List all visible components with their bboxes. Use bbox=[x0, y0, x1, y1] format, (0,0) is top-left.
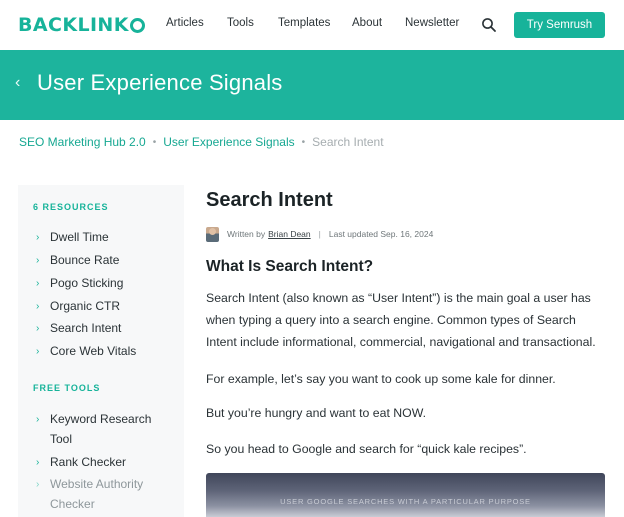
sidebar-item-bounce-rate[interactable]: › Bounce Rate bbox=[36, 253, 160, 270]
byline-prefix: Written by bbox=[227, 229, 266, 239]
chevron-right-icon: › bbox=[36, 278, 40, 289]
sidebar-item-label: Pogo Sticking bbox=[50, 276, 124, 290]
illustration-caption: USER GOOGLE SEARCHES WITH A PARTICULAR P… bbox=[280, 497, 531, 506]
chevron-right-icon: › bbox=[36, 457, 40, 468]
sidebar-item-pogo-sticking[interactable]: › Pogo Sticking bbox=[36, 276, 160, 293]
sidebar-item-label: Bounce Rate bbox=[50, 253, 120, 267]
search-icon[interactable] bbox=[481, 17, 497, 33]
article-paragraph: But you’re hungry and want to eat NOW. bbox=[206, 406, 427, 420]
sidebar-item-search-intent[interactable]: › Search Intent bbox=[36, 321, 160, 338]
chevron-right-icon: › bbox=[36, 414, 40, 425]
logo-text: BACKLINK bbox=[18, 14, 129, 36]
chevron-right-icon: › bbox=[36, 479, 40, 490]
try-semrush-button[interactable]: Try Semrush bbox=[514, 12, 605, 38]
sidebar-item-label: Keyword Research Tool bbox=[50, 412, 152, 446]
site-logo[interactable]: BACKLINK bbox=[18, 14, 145, 36]
nav-about[interactable]: About bbox=[352, 17, 382, 29]
chevron-right-icon: › bbox=[36, 346, 40, 357]
resources-heading: 6 RESOURCES bbox=[33, 202, 109, 212]
sidebar: 6 RESOURCES › Dwell Time › Bounce Rate › Po… bbox=[18, 185, 184, 517]
chevron-right-icon: › bbox=[36, 255, 40, 266]
article-byline: Written by Brian Dean | Last updated Sep… bbox=[206, 226, 433, 242]
article-title: Search Intent bbox=[206, 189, 333, 211]
breadcrumb-current: Search Intent bbox=[312, 135, 384, 149]
author-avatar bbox=[206, 226, 219, 242]
sidebar-item-label: Organic CTR bbox=[50, 299, 121, 313]
article-paragraph: Search Intent (also known as “User Inten… bbox=[206, 291, 596, 349]
breadcrumb-separator: • bbox=[301, 136, 306, 148]
sidebar-item-core-web-vitals[interactable]: › Core Web Vitals bbox=[36, 344, 160, 361]
breadcrumb: SEO Marketing Hub 2.0 • User Experience … bbox=[19, 135, 384, 149]
chevron-right-icon: › bbox=[36, 323, 40, 334]
chevron-right-icon: › bbox=[36, 232, 40, 243]
sidebar-item-label: Website Authority Checker bbox=[50, 477, 144, 511]
nav-articles[interactable]: Articles bbox=[166, 17, 204, 29]
sidebar-item-organic-ctr[interactable]: › Organic CTR bbox=[36, 299, 160, 316]
sidebar-item-label: Dwell Time bbox=[50, 230, 109, 244]
article-paragraph: For example, let’s say you want to cook … bbox=[206, 372, 556, 386]
article-illustration: USER GOOGLE SEARCHES WITH A PARTICULAR P… bbox=[206, 473, 605, 517]
author-link[interactable]: Brian Dean bbox=[268, 229, 311, 239]
nav-templates[interactable]: Templates bbox=[278, 17, 330, 29]
breadcrumb-link-hub[interactable]: SEO Marketing Hub 2.0 bbox=[19, 135, 146, 149]
sidebar-item-label: Core Web Vitals bbox=[50, 344, 137, 358]
breadcrumb-link-ux-signals[interactable]: User Experience Signals bbox=[163, 135, 294, 149]
sidebar-item-keyword-research-tool[interactable]: › Keyword Research Tool bbox=[36, 412, 160, 449]
sidebar-item-website-authority-checker[interactable]: › Website Authority Checker bbox=[36, 477, 160, 514]
hero-title: User Experience Signals bbox=[37, 70, 283, 95]
free-tools-heading: FREE TOOLS bbox=[33, 383, 101, 393]
sidebar-item-label: Search Intent bbox=[50, 321, 122, 335]
nav-newsletter[interactable]: Newsletter bbox=[405, 17, 459, 29]
chevron-right-icon: › bbox=[36, 301, 40, 312]
breadcrumb-separator: • bbox=[152, 136, 157, 148]
sidebar-item-dwell-time[interactable]: › Dwell Time bbox=[36, 230, 160, 247]
sidebar-item-label: Rank Checker bbox=[50, 455, 127, 469]
chevron-left-icon[interactable]: ‹ bbox=[15, 74, 20, 92]
logo-ring-icon bbox=[129, 17, 145, 33]
last-updated: Last updated Sep. 16, 2024 bbox=[328, 229, 434, 239]
nav-tools[interactable]: Tools bbox=[227, 17, 254, 29]
article-paragraph: So you head to Google and search for “qu… bbox=[206, 442, 527, 456]
byline-separator: | bbox=[318, 229, 321, 239]
hero-banner: ‹ User Experience Signals bbox=[0, 50, 624, 120]
section-heading: What Is Search Intent? bbox=[206, 258, 374, 275]
sidebar-item-rank-checker[interactable]: › Rank Checker bbox=[36, 455, 160, 472]
site-header: BACKLINK Articles Tools Templates About … bbox=[0, 0, 624, 50]
